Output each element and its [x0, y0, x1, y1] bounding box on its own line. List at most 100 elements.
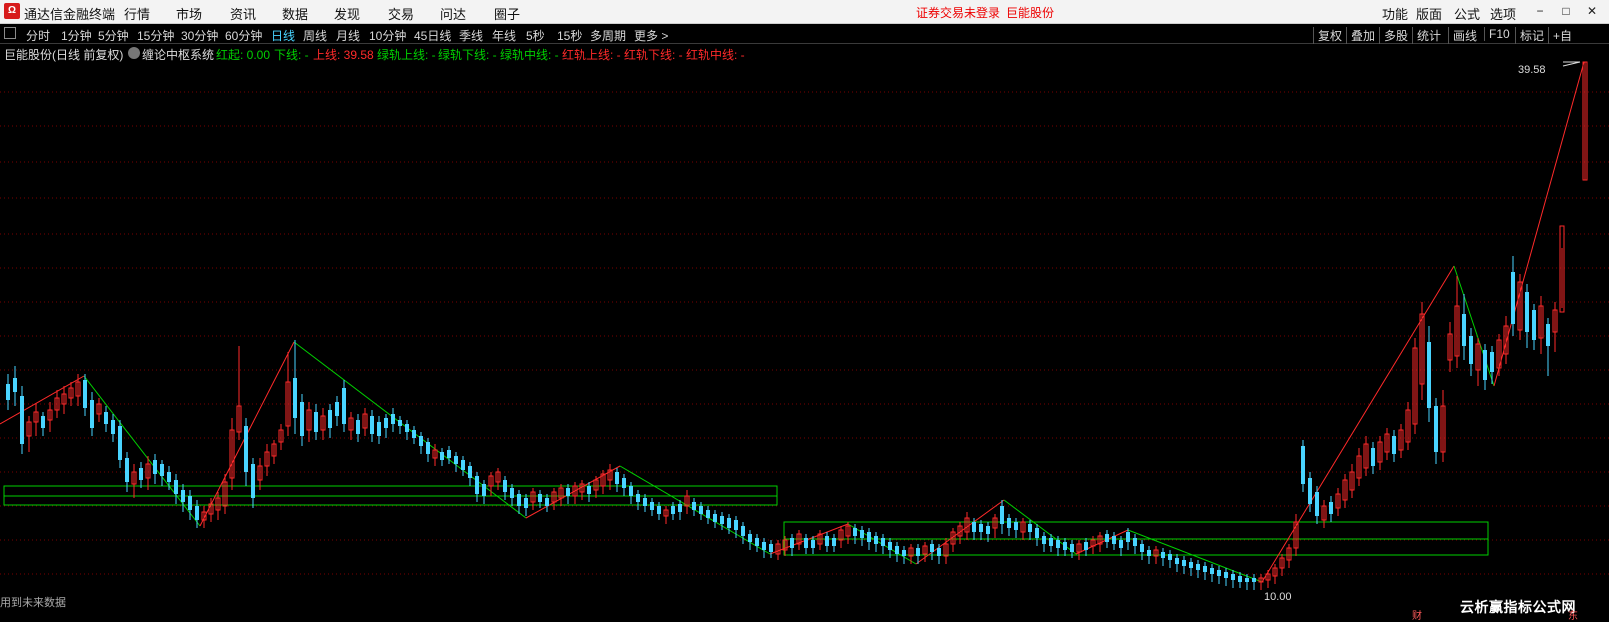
candle — [950, 528, 956, 552]
period-15s[interactable]: 15秒 — [557, 27, 582, 44]
period-5m[interactable]: 5分钟 — [98, 27, 129, 44]
candlestick-chart[interactable] — [0, 44, 1609, 622]
candle — [104, 406, 108, 432]
menu-zixun[interactable]: 资讯 — [230, 4, 256, 23]
panel-toggle-icon[interactable] — [4, 27, 16, 39]
candle — [1427, 326, 1431, 422]
candle — [1559, 225, 1565, 313]
candle — [96, 398, 102, 422]
candle — [293, 340, 297, 434]
candle — [825, 532, 829, 552]
menu-faxian[interactable]: 发现 — [334, 4, 360, 23]
period-daily[interactable]: 日线 — [271, 27, 295, 44]
menu-quanzi[interactable]: 圈子 — [494, 4, 520, 23]
menu-shuju[interactable]: 数据 — [282, 4, 308, 23]
period-yearly[interactable]: 年线 — [492, 27, 516, 44]
login-warning[interactable]: 证券交易未登录 — [916, 4, 1000, 21]
candle — [201, 506, 207, 528]
tool-tongji[interactable]: 统计 — [1412, 27, 1445, 44]
tool-huaxian[interactable]: 画线 — [1448, 27, 1481, 44]
menu-xuanxiang[interactable]: 选项 — [1490, 4, 1516, 23]
period-15m[interactable]: 15分钟 — [137, 27, 174, 44]
candle — [817, 530, 823, 550]
candle — [174, 474, 178, 504]
candle — [1454, 276, 1460, 368]
candle — [440, 448, 444, 466]
candle — [1007, 514, 1011, 536]
candle — [622, 474, 626, 496]
candle — [930, 540, 934, 560]
candle — [1356, 448, 1362, 486]
candle — [1042, 532, 1046, 552]
candle — [1398, 424, 1404, 458]
candle — [362, 408, 368, 436]
candle — [1475, 338, 1481, 386]
candle — [405, 420, 409, 440]
period-multi[interactable]: 多周期 — [590, 27, 626, 44]
candle — [1301, 440, 1305, 492]
menu-gongneng[interactable]: 功能 — [1382, 4, 1408, 23]
candle — [1258, 574, 1264, 590]
tool-duogu[interactable]: 多股 — [1379, 27, 1412, 44]
menu-hangqing[interactable]: 行情 — [124, 4, 150, 23]
candle — [257, 458, 263, 490]
menu-wenda[interactable]: 问达 — [440, 4, 466, 23]
candle — [1546, 318, 1550, 376]
period-30m[interactable]: 30分钟 — [181, 27, 218, 44]
period-60m[interactable]: 60分钟 — [225, 27, 262, 44]
candle — [1342, 474, 1348, 508]
candle — [1503, 316, 1509, 364]
candle — [1371, 442, 1375, 474]
candle — [426, 438, 430, 462]
period-45d[interactable]: 45日线 — [414, 27, 451, 44]
candle — [881, 534, 885, 554]
candle — [1538, 296, 1544, 354]
tool-diejia[interactable]: 叠加 — [1346, 27, 1379, 44]
candle — [90, 392, 94, 436]
tool-f10[interactable]: F10 — [1484, 27, 1514, 41]
period-monthly[interactable]: 月线 — [336, 27, 360, 44]
candle — [1210, 564, 1214, 582]
candle — [1182, 556, 1186, 574]
candle — [510, 484, 514, 506]
menu-gongshi[interactable]: 公式 — [1454, 4, 1480, 23]
close-icon[interactable]: ✕ — [1584, 2, 1600, 20]
candle — [68, 382, 74, 406]
candle — [83, 374, 87, 416]
candle — [398, 416, 402, 434]
candle — [979, 520, 983, 540]
tool-zi[interactable]: +自 — [1548, 27, 1576, 44]
candle — [629, 482, 633, 504]
period-1m[interactable]: 1分钟 — [61, 27, 92, 44]
menu-jiaoyi[interactable]: 交易 — [388, 4, 414, 23]
period-10m[interactable]: 10分钟 — [369, 27, 406, 44]
title-bar: Ω 通达信金融终端 行情 市场 资讯 数据 发现 交易 问达 圈子 证券交易未登… — [0, 0, 1609, 24]
candle — [1063, 538, 1067, 556]
period-5s[interactable]: 5秒 — [526, 27, 545, 44]
candle — [1440, 390, 1446, 462]
zigzag-lines — [0, 61, 1585, 583]
candle — [1020, 518, 1026, 540]
candle — [832, 534, 836, 552]
period-weekly[interactable]: 周线 — [303, 27, 327, 44]
candle — [1469, 328, 1473, 376]
menu-shichang[interactable]: 市场 — [176, 4, 202, 23]
maximize-icon[interactable]: □ — [1558, 2, 1574, 20]
candle — [482, 480, 486, 504]
candle — [1203, 562, 1207, 580]
candle — [314, 404, 318, 440]
candle — [1349, 464, 1355, 498]
period-fenshi[interactable]: 分时 — [26, 27, 50, 44]
candle — [454, 452, 458, 472]
tiny-mark-1: 财 — [1412, 611, 1422, 622]
period-quarterly[interactable]: 季线 — [459, 27, 483, 44]
candle — [545, 494, 549, 512]
minimize-icon[interactable]: − — [1532, 2, 1548, 20]
candle — [587, 482, 591, 502]
tool-biaoji[interactable]: 标记 — [1515, 27, 1548, 44]
tool-fuquan[interactable]: 复权 — [1313, 27, 1346, 44]
candle — [271, 440, 277, 464]
candle — [684, 490, 690, 514]
period-more[interactable]: 更多 > — [634, 27, 668, 44]
menu-banmian[interactable]: 版面 — [1416, 4, 1442, 23]
